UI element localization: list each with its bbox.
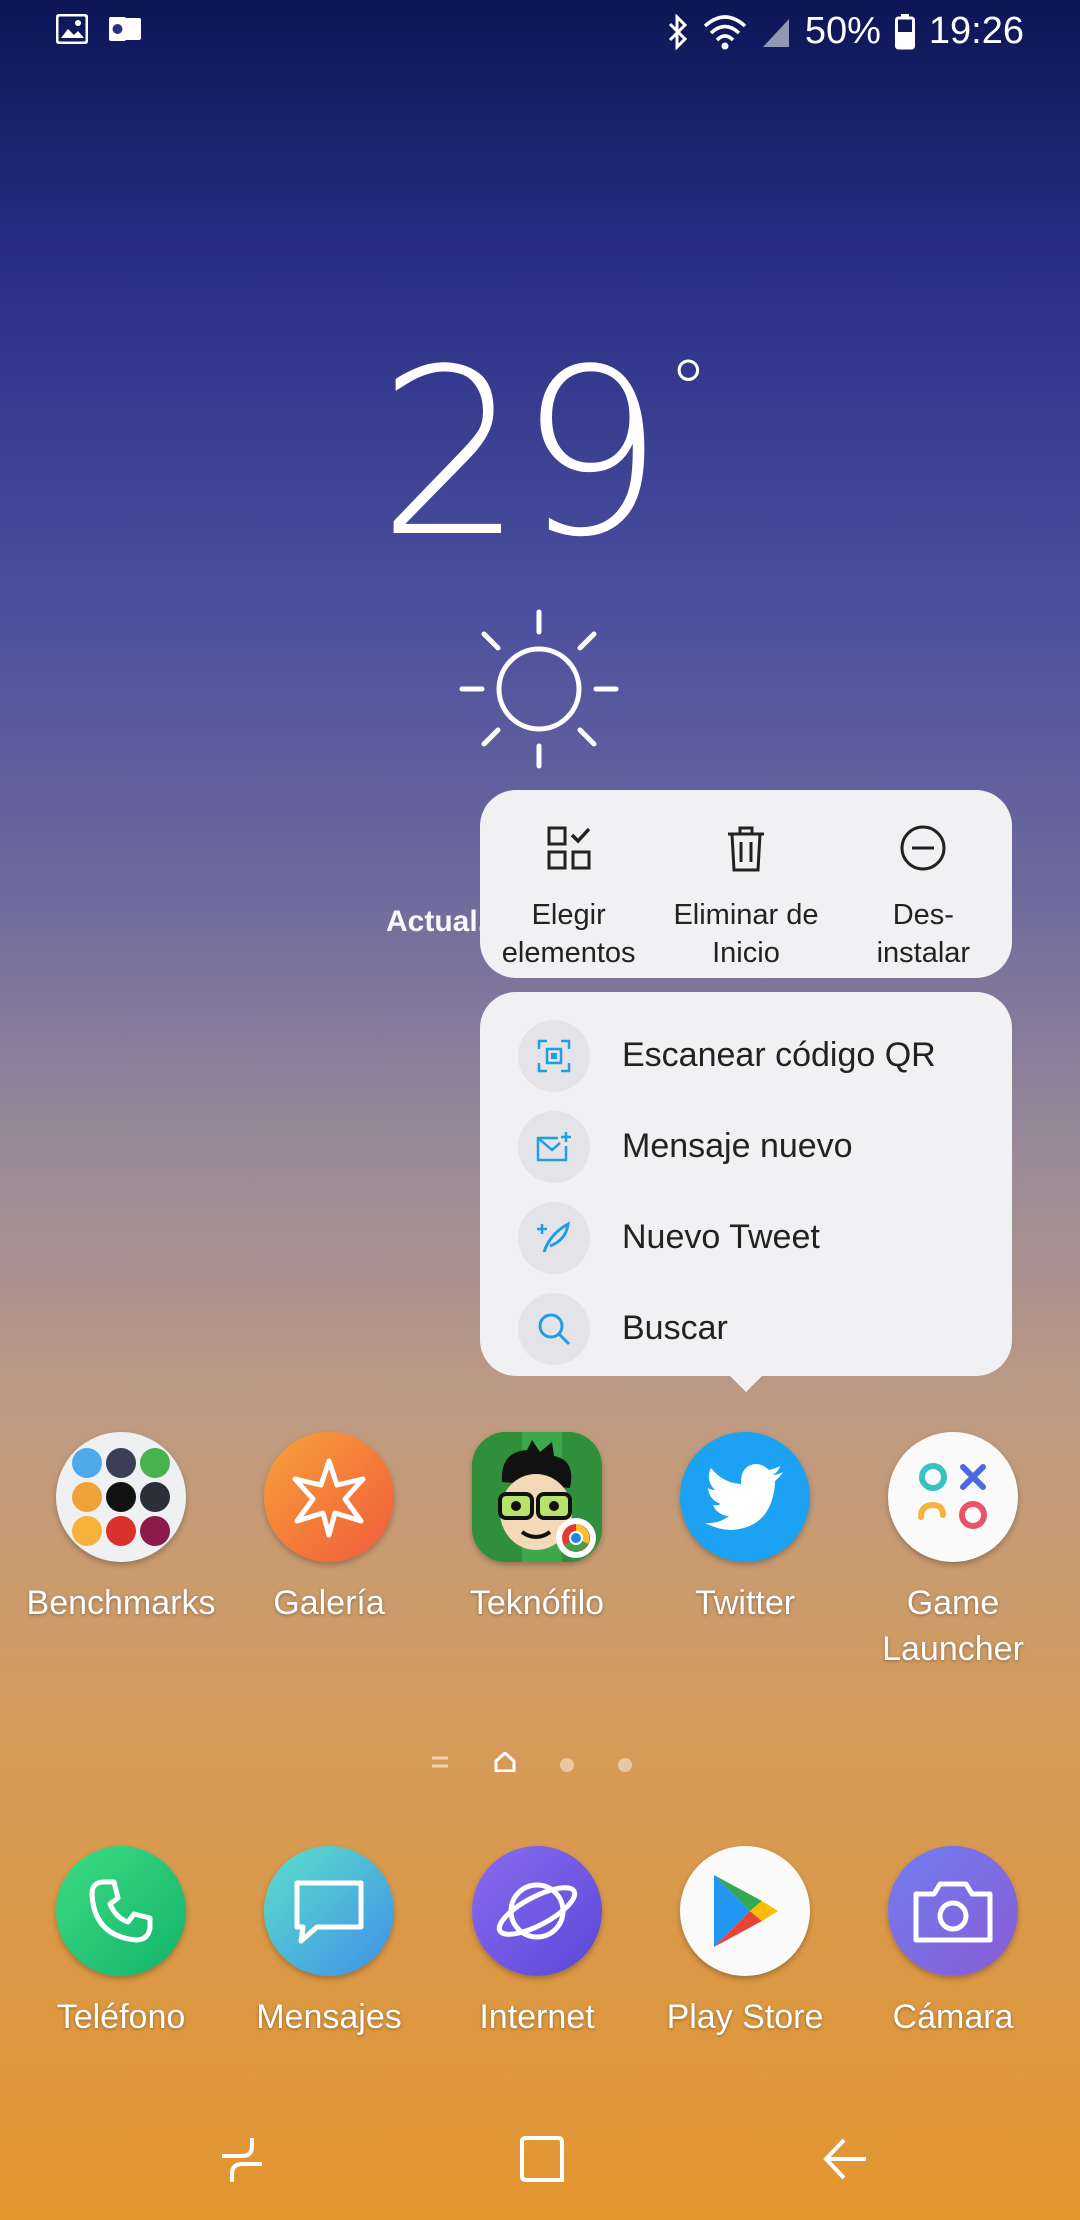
apps-list-indicator-icon: [430, 1755, 450, 1774]
wifi-icon: [703, 14, 747, 50]
dock-camara[interactable]: Cámara: [849, 1846, 1057, 2040]
page-dot: [618, 1757, 632, 1772]
shortcut-search[interactable]: Buscar: [480, 1283, 1012, 1374]
shortcut-label: Mensaje nuevo: [622, 1127, 853, 1165]
qr-scan-icon: [518, 1019, 590, 1092]
status-bar: 50% 19:26: [0, 0, 1080, 64]
outlook-notification-icon: [108, 14, 142, 49]
shortcut-scan-qr[interactable]: Escanear código QR: [480, 1010, 1012, 1101]
select-items-icon: [547, 818, 591, 878]
phone-icon: [56, 1846, 186, 1976]
dock-play-store[interactable]: Play Store: [641, 1846, 849, 2040]
dock-telefono[interactable]: Teléfono: [17, 1846, 225, 2040]
teknofilo-icon: [472, 1432, 602, 1562]
app-label: Galería: [273, 1584, 385, 1622]
choose-items-button[interactable]: Elegir elementos: [480, 790, 657, 978]
uninstall-icon: [899, 818, 947, 878]
app-label: Twitter: [694, 1584, 796, 1622]
app-label: Teknófilo: [469, 1584, 605, 1622]
remove-from-home-button[interactable]: Eliminar de Inicio: [657, 790, 834, 978]
clock: 19:26: [928, 10, 1024, 52]
back-icon[interactable]: [820, 2134, 870, 2189]
camera-icon: [888, 1846, 1018, 1976]
dock-mensajes[interactable]: Mensajes: [225, 1846, 433, 2040]
shortcut-label: Buscar: [622, 1309, 728, 1347]
recent-apps-icon[interactable]: [218, 2134, 266, 2191]
remove-from-home-label: Eliminar de Inicio: [673, 899, 819, 969]
choose-items-label: Elegir elementos: [501, 899, 636, 969]
dock-internet[interactable]: Internet: [433, 1846, 641, 2040]
app-label: Benchmarks: [26, 1584, 216, 1622]
app-label: Cámara: [892, 1998, 1014, 2036]
app-label: Teléfono: [56, 1998, 186, 2036]
app-actions-card: Elegir elementos Eliminar de Inicio Des-…: [480, 790, 1012, 978]
app-label: Game Launcher: [882, 1584, 1024, 1668]
search-icon: [518, 1292, 590, 1365]
menu-pointer: [724, 1370, 768, 1392]
degree-symbol: °: [668, 343, 708, 436]
gallery-notification-icon: [55, 13, 89, 49]
gallery-icon: [264, 1432, 394, 1562]
app-label: Play Store: [666, 1998, 824, 2036]
page-dot: [560, 1757, 574, 1772]
app-benchmarks-folder[interactable]: Benchmarks: [17, 1432, 225, 1626]
app-twitter[interactable]: Twitter: [641, 1432, 849, 1626]
home-button-icon[interactable]: [518, 2134, 566, 2189]
play-store-icon: [680, 1846, 810, 1976]
uninstall-label: Des- instalar: [876, 899, 971, 969]
twitter-icon: [680, 1432, 810, 1562]
shortcut-label: Escanear código QR: [622, 1036, 936, 1074]
home-page-indicator-icon: [494, 1750, 516, 1777]
app-label: Internet: [479, 1998, 595, 2036]
trash-icon: [726, 818, 766, 878]
sun-icon: [458, 608, 620, 775]
bluetooth-icon: [667, 13, 689, 50]
shortcut-new-tweet[interactable]: Nuevo Tweet: [480, 1192, 1012, 1283]
shortcut-new-message[interactable]: Mensaje nuevo: [480, 1101, 1012, 1192]
navigation-bar: [0, 2100, 1080, 2220]
app-label: Mensajes: [256, 1998, 402, 2036]
new-tweet-icon: [518, 1201, 590, 1274]
messages-icon: [264, 1846, 394, 1976]
uninstall-button[interactable]: Des- instalar: [835, 790, 1012, 978]
weather-temperature[interactable]: 29 °: [0, 340, 1080, 570]
game-launcher-icon: [888, 1432, 1018, 1562]
battery-percentage: 50%: [804, 10, 881, 52]
temperature-value: 29: [377, 321, 665, 588]
signal-icon: [761, 15, 791, 49]
app-shortcuts-card: Escanear código QR Mensaje nuevo Nuevo T…: [480, 992, 1012, 1376]
folder-icon: [56, 1432, 186, 1562]
app-teknofilo[interactable]: Teknófilo: [433, 1432, 641, 1626]
internet-icon: [472, 1846, 602, 1976]
shortcut-label: Nuevo Tweet: [622, 1218, 820, 1256]
app-galeria[interactable]: Galería: [225, 1432, 433, 1626]
battery-icon: [894, 13, 915, 50]
page-indicator[interactable]: [430, 1750, 632, 1777]
new-message-icon: [518, 1110, 590, 1183]
app-game-launcher[interactable]: Game Launcher: [849, 1432, 1057, 1672]
